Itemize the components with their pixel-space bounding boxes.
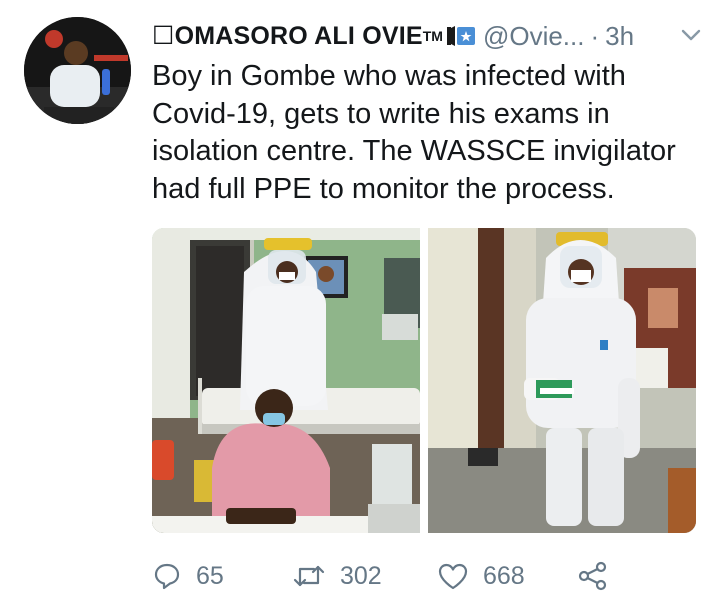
tweet-timestamp[interactable]: 3h (605, 21, 634, 52)
tweet-actions: 65 302 668 (152, 556, 712, 596)
tweet-text: Boy in Gombe who was infected with Covid… (152, 60, 676, 205)
flag-emoji-icon (446, 24, 475, 48)
separator-dot: · (590, 20, 600, 51)
reply-icon (152, 561, 182, 591)
trademark-sup: TM (422, 28, 443, 44)
share-button[interactable] (577, 561, 609, 591)
tweet-header: ☐OMASORO ALI OVIE TM @Ovie... · 3h (152, 18, 712, 54)
avatar[interactable] (24, 17, 131, 124)
retweet-icon (292, 561, 326, 591)
heart-icon (437, 561, 469, 591)
like-count: 668 (483, 561, 525, 590)
reply-count: 65 (196, 561, 224, 590)
retweet-button[interactable]: 302 (292, 561, 437, 591)
photo-exam-room[interactable] (152, 228, 420, 533)
photo-invigilator[interactable] (428, 228, 696, 533)
reply-button[interactable]: 65 (152, 561, 260, 591)
like-button[interactable]: 668 (437, 561, 577, 591)
retweet-count: 302 (340, 561, 382, 590)
chevron-down-icon[interactable] (678, 22, 704, 48)
display-name[interactable]: ☐OMASORO ALI OVIE (152, 21, 423, 51)
tweet-media (152, 228, 696, 533)
user-handle[interactable]: @Ovie... (483, 21, 585, 52)
share-icon (577, 561, 609, 591)
